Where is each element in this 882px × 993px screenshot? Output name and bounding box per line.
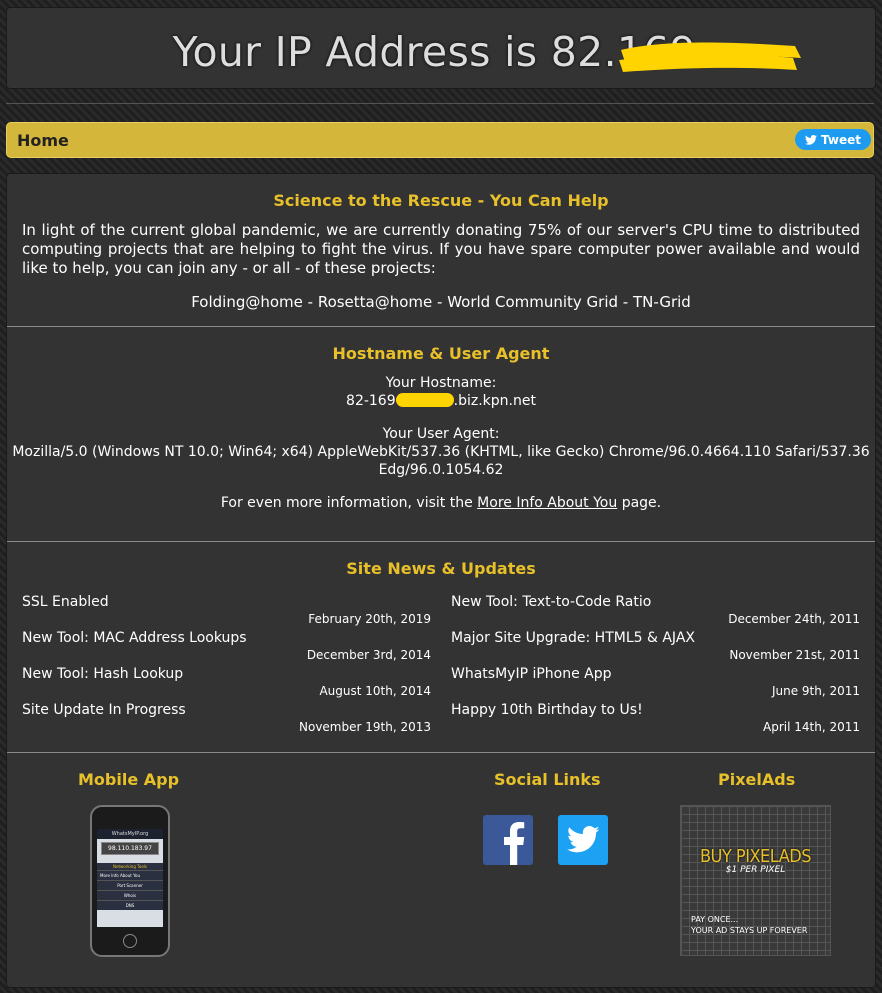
phone-menu-item: Whois [97, 890, 163, 900]
more-info-text: For even more information, visit the Mor… [7, 495, 875, 511]
twitter-bird-icon [567, 826, 600, 853]
user-agent-line-1: Mozilla/5.0 (Windows NT 10.0; Win64; x64… [12, 444, 870, 460]
science-projects-list: Folding@home - Rosetta@home - World Comm… [191, 293, 691, 311]
more-info-link[interactable]: More Info About You [477, 495, 617, 511]
news-item-title[interactable]: SSL Enabled [22, 594, 109, 610]
phone-home-button [123, 934, 137, 948]
twitter-bird-icon [805, 134, 818, 145]
section-divider [7, 752, 875, 753]
news-item-date: August 10th, 2014 [319, 684, 431, 698]
pixelads-line-1: PAY ONCE... [691, 915, 739, 924]
pixelads-line-2: YOUR AD STAYS UP FOREVER [691, 926, 808, 935]
section-divider [7, 326, 875, 327]
user-agent-line-2: Edg/96.0.1054.62 [378, 462, 504, 478]
nav-home-link[interactable]: Home [17, 131, 69, 150]
hostname-value: 82-169 .biz.kpn.net [7, 393, 875, 409]
news-item-date: November 21st, 2011 [729, 648, 860, 662]
ip-redaction-scribble [619, 42, 801, 72]
news-item-date: June 9th, 2011 [771, 684, 860, 698]
pixelads-subline: $1 PER PIXEL [725, 865, 786, 875]
phone-site-name: WhatsMyIP.org [97, 829, 163, 839]
news-section-title: Site News & Updates [346, 559, 536, 578]
phone-menu-item: DNS [97, 900, 163, 910]
news-item-date: December 24th, 2011 [728, 612, 860, 626]
news-item-title[interactable]: New Tool: Text-to-Code Ratio [451, 594, 651, 610]
phone-menu-title: Networking Tools [97, 863, 163, 870]
more-info-prefix: For even more information, visit the [220, 495, 478, 511]
news-item-title[interactable]: Happy 10th Birthday to Us! [451, 702, 643, 718]
phone-ip-value: 98.110.183.97 [101, 842, 159, 855]
section-divider [7, 541, 875, 542]
hostname-redaction [395, 393, 454, 407]
pixelads-title: PixelAds [718, 770, 796, 789]
science-section-title: Science to the Rescue - You Can Help [273, 191, 609, 210]
hostname-label: Your Hostname: [385, 375, 497, 391]
iphone-app-image[interactable]: WhatsMyIP.org 98.110.183.97 Networking T… [90, 805, 170, 957]
news-item-title[interactable]: Site Update In Progress [22, 702, 186, 718]
phone-screen: WhatsMyIP.org 98.110.183.97 Networking T… [97, 829, 163, 927]
news-item-title[interactable]: New Tool: MAC Address Lookups [22, 630, 247, 646]
main-panel: Science to the Rescue - You Can Help In … [6, 173, 876, 988]
phone-menu-item: Port Scanner [97, 880, 163, 890]
mobile-app-title: Mobile App [78, 770, 180, 789]
tweet-label: Tweet [821, 132, 861, 147]
news-item-title[interactable]: Major Site Upgrade: HTML5 & AJAX [451, 630, 695, 646]
pixelads-banner[interactable]: BUY PIXELADS $1 PER PIXEL PAY ONCE... YO… [680, 805, 831, 956]
news-item-date: November 19th, 2013 [299, 720, 431, 734]
social-links-title: Social Links [494, 770, 601, 789]
twitter-icon[interactable] [558, 815, 608, 865]
science-paragraph: In light of the current global pandemic,… [22, 221, 860, 277]
hostname-suffix: .biz.kpn.net [453, 393, 536, 409]
news-item-date: December 3rd, 2014 [306, 648, 431, 662]
pixelads-headline: BUY PIXELADS [699, 846, 812, 867]
facebook-icon[interactable] [483, 815, 533, 865]
hostname-section-title: Hostname & User Agent [332, 344, 550, 363]
news-item-date: April 14th, 2011 [763, 720, 860, 734]
news-item-title[interactable]: New Tool: Hash Lookup [22, 666, 183, 682]
header-separator [6, 103, 874, 104]
more-info-suffix: page. [617, 495, 662, 511]
hostname-prefix: 82-169 [346, 393, 396, 409]
news-item-title[interactable]: WhatsMyIP iPhone App [451, 666, 612, 682]
header-panel: Your IP Address is 82.169. [6, 7, 876, 89]
news-item-date: February 20th, 2019 [308, 612, 431, 626]
tweet-button[interactable]: Tweet [795, 129, 871, 150]
phone-menu-item: More Info About You [97, 870, 163, 880]
nav-bar: Home Tweet [6, 122, 874, 158]
facebook-f-icon [504, 822, 525, 865]
pixelads-tagline: PAY ONCE... YOUR AD STAYS UP FOREVER [691, 914, 807, 936]
user-agent-label: Your User Agent: [382, 426, 500, 442]
